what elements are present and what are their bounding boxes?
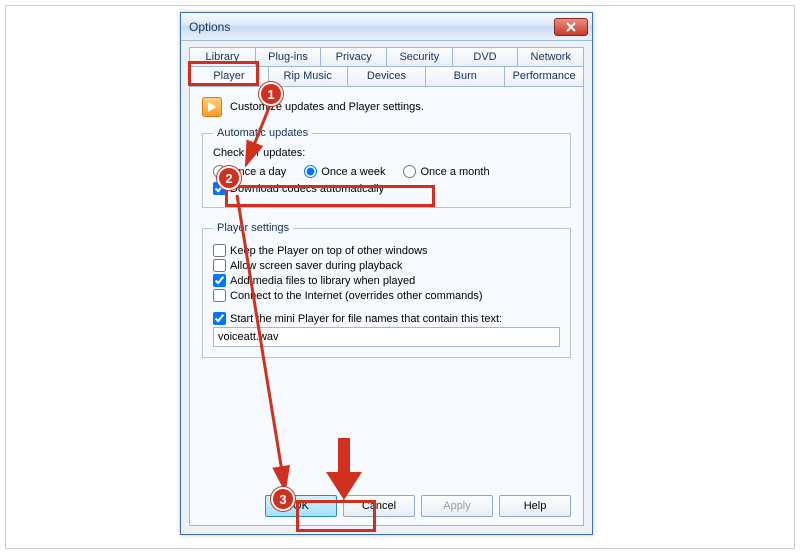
- tab-library[interactable]: Library: [189, 47, 256, 66]
- tab-performance[interactable]: Performance: [505, 66, 584, 86]
- apply-button[interactable]: Apply: [421, 495, 493, 517]
- big-down-arrow-icon: [326, 438, 362, 500]
- titlebar[interactable]: Options: [181, 13, 592, 41]
- window-title: Options: [189, 20, 554, 34]
- tab-panel-player: Customize updates and Player settings. A…: [189, 86, 584, 526]
- download-codecs-checkbox[interactable]: Download codecs automatically: [213, 182, 560, 195]
- automatic-updates-group: Automatic updates Check for updates: Onc…: [202, 127, 571, 208]
- updates-legend: Automatic updates: [213, 127, 312, 139]
- step-1-badge: 1: [259, 82, 283, 106]
- tab-dvd[interactable]: DVD: [453, 47, 519, 66]
- mini-player-input[interactable]: [213, 327, 560, 347]
- close-icon: [566, 22, 576, 32]
- step-2-badge: 2: [217, 166, 241, 190]
- tab-network[interactable]: Network: [518, 47, 584, 66]
- tab-burn[interactable]: Burn: [426, 66, 505, 86]
- update-freq-once-a-week[interactable]: Once a week: [304, 165, 385, 178]
- options-dialog: Options LibraryPlug-insPrivacySecurityDV…: [180, 12, 593, 535]
- player-opt-connect-to-the-inter[interactable]: Connect to the Internet (overrides other…: [213, 289, 560, 302]
- tab-devices[interactable]: Devices: [348, 66, 427, 86]
- help-button[interactable]: Help: [499, 495, 571, 517]
- player-icon: [202, 97, 222, 117]
- tab-bar: LibraryPlug-insPrivacySecurityDVDNetwork…: [189, 47, 584, 86]
- tab-rip-music[interactable]: Rip Music: [269, 66, 348, 86]
- dialog-buttons: OK Cancel Apply Help: [202, 489, 571, 517]
- player-opt-add-media-files-to-l[interactable]: Add media files to library when played: [213, 274, 560, 287]
- player-settings-legend: Player settings: [213, 222, 293, 234]
- check-for-updates-label: Check for updates:: [213, 147, 560, 159]
- tab-plug-ins[interactable]: Plug-ins: [256, 47, 322, 66]
- update-freq-once-a-month[interactable]: Once a month: [403, 165, 489, 178]
- player-settings-group: Player settings Keep the Player on top o…: [202, 222, 571, 358]
- intro-text: Customize updates and Player settings.: [230, 101, 424, 113]
- player-opt-allow-screen-saver-d[interactable]: Allow screen saver during playback: [213, 259, 560, 272]
- tab-security[interactable]: Security: [387, 47, 453, 66]
- step-3-badge: 3: [271, 487, 295, 511]
- tab-privacy[interactable]: Privacy: [321, 47, 387, 66]
- close-button[interactable]: [554, 18, 588, 36]
- mini-player-checkbox[interactable]: Start the mini Player for file names tha…: [213, 312, 560, 325]
- player-opt-keep-the-player-on-t[interactable]: Keep the Player on top of other windows: [213, 244, 560, 257]
- tab-player[interactable]: Player: [189, 66, 269, 86]
